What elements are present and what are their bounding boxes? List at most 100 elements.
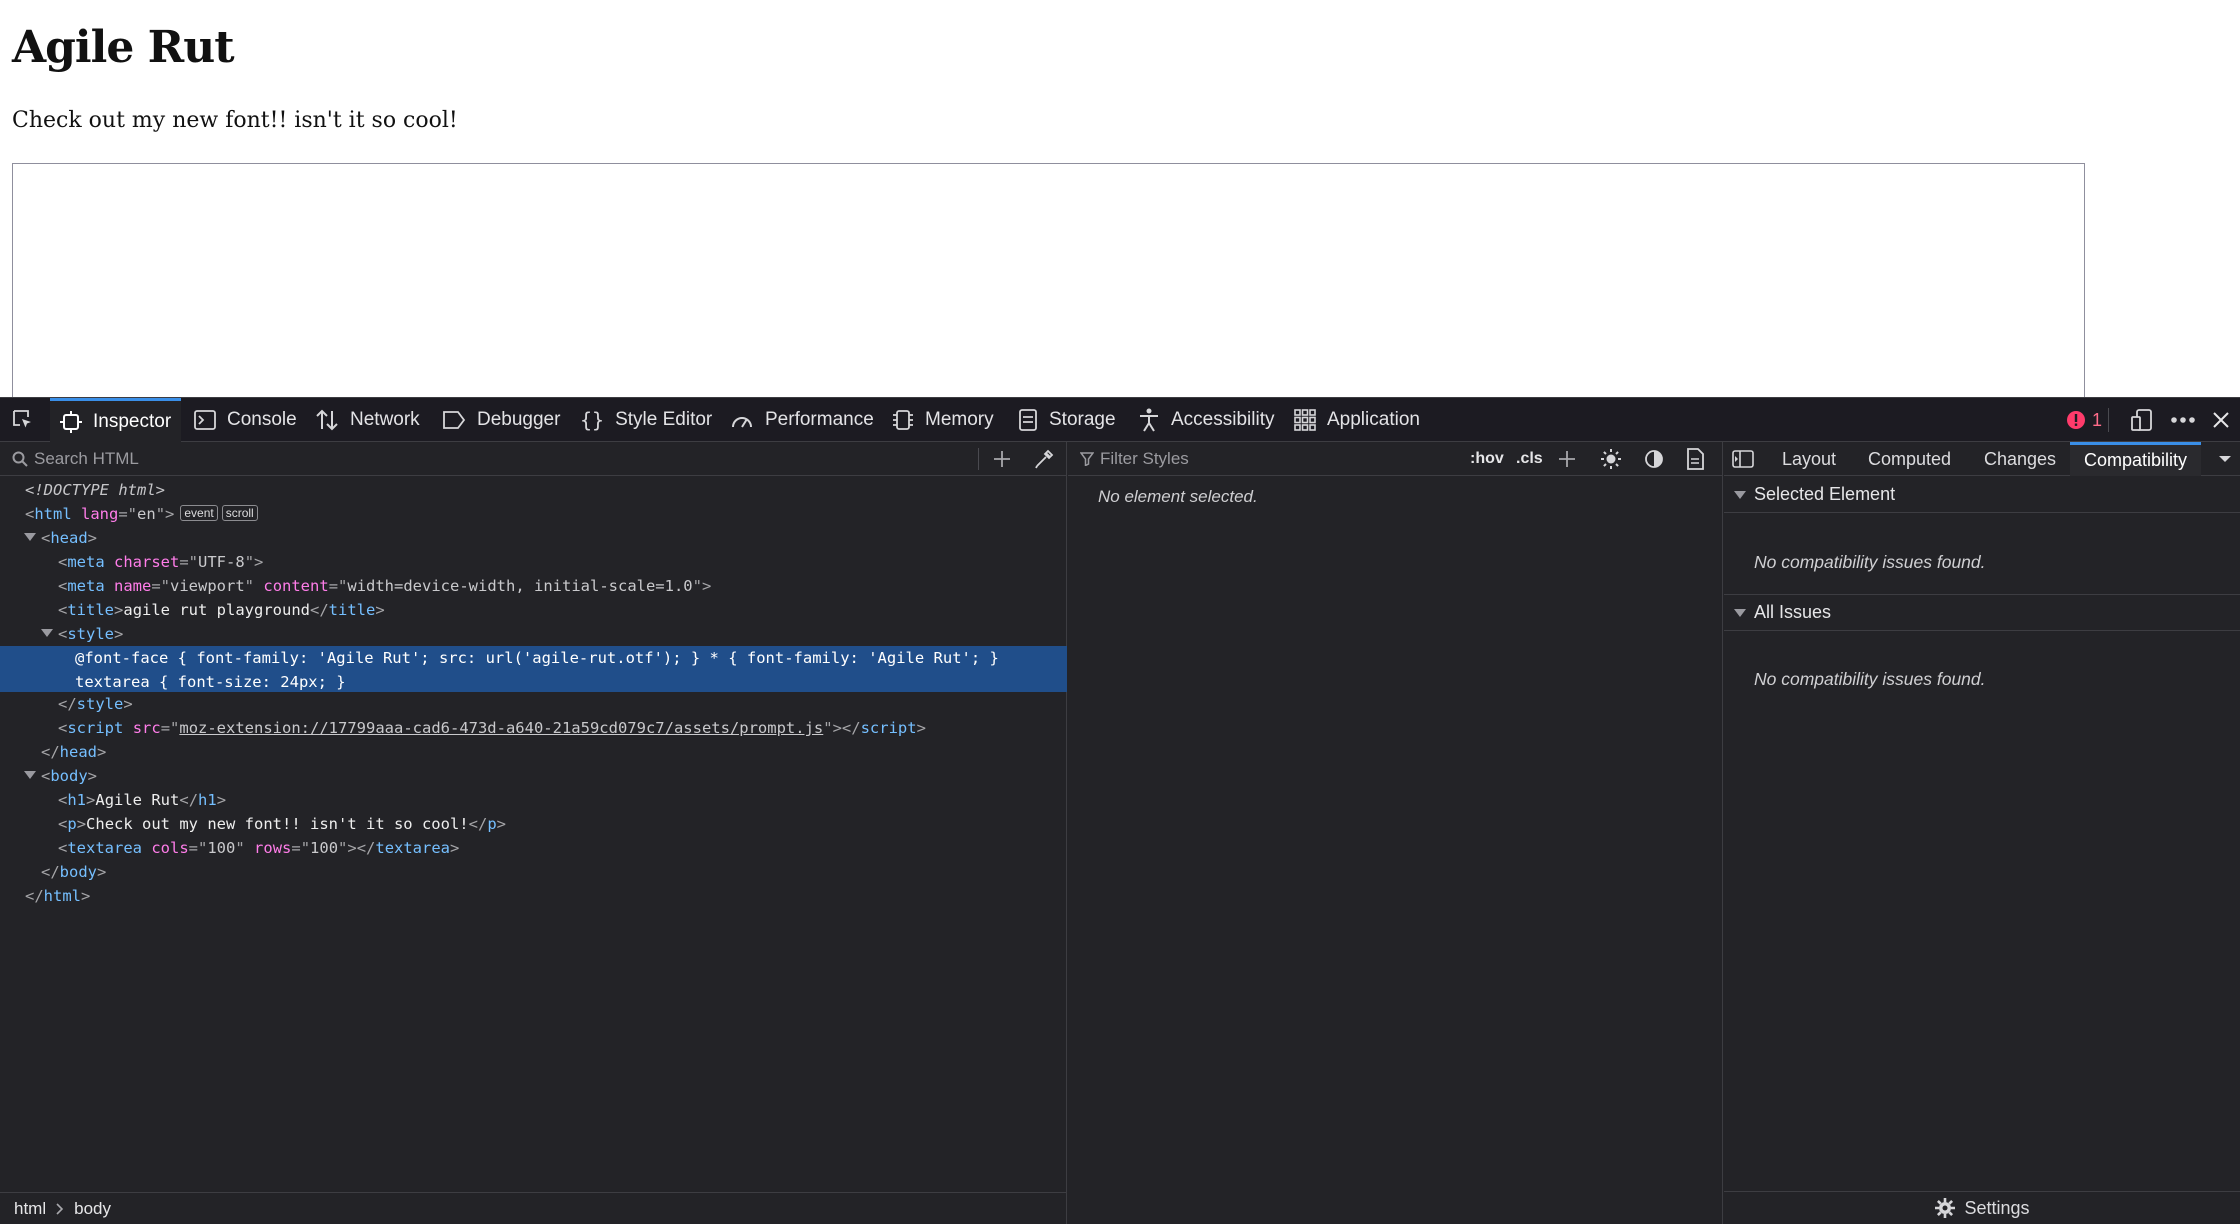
search-html-input[interactable] — [34, 448, 964, 469]
cls-button[interactable]: .cls — [1516, 442, 1543, 476]
eyedropper-button[interactable] — [1024, 442, 1064, 476]
h1-node[interactable]: <h1>Agile Rut</h1> — [0, 788, 1067, 812]
error-count-button[interactable]: 1 — [2066, 398, 2102, 442]
tab-label: Network — [350, 409, 420, 430]
section-all-issues[interactable]: All Issues — [1724, 595, 2240, 631]
tab-debugger[interactable]: Debugger — [432, 398, 570, 442]
meta-viewport-node[interactable]: <meta name="viewport" content="width=dev… — [0, 574, 1067, 598]
textarea-node[interactable]: <textarea cols="100" rows="100"></textar… — [0, 836, 1067, 860]
accessibility-icon — [1140, 408, 1158, 432]
memory-icon — [893, 410, 913, 430]
add-rule-button[interactable] — [1558, 442, 1576, 476]
element-picker-button[interactable] — [0, 398, 46, 442]
error-count: 1 — [2092, 409, 2103, 430]
meta-content-value: width=device-width, initial-scale=1.0 — [347, 577, 693, 595]
search-html-bar — [0, 442, 1067, 476]
dark-scheme-button[interactable] — [1644, 442, 1664, 476]
section-selected-element[interactable]: Selected Element — [1724, 477, 2240, 513]
html-node[interactable]: <html lang="en"> event scroll — [0, 502, 1067, 526]
tab-application[interactable]: Application — [1284, 398, 1430, 442]
p-node[interactable]: <p>Check out my new font!! isn't it so c… — [0, 812, 1067, 836]
tab-memory[interactable]: Memory — [882, 398, 1004, 442]
network-icon — [316, 409, 338, 431]
expand-twisty-icon[interactable] — [41, 629, 53, 637]
tab-accessibility[interactable]: Accessibility — [1128, 398, 1284, 442]
close-icon — [2213, 412, 2229, 428]
page-paragraph: Check out my new font!! isn't it so cool… — [12, 108, 458, 133]
head-node[interactable]: <head> — [0, 526, 1067, 550]
body-close-node: </body> — [41, 863, 107, 881]
tab-label: Storage — [1049, 409, 1116, 430]
sidebar-tabs: Layout Computed Changes Compatibility — [1724, 442, 2240, 476]
sidebar-pane: Layout Computed Changes Compatibility Se… — [1724, 442, 2240, 1224]
page-viewport: Agile Rut Check out my new font!! isn't … — [0, 0, 2240, 397]
gear-icon — [1935, 1198, 1956, 1218]
tab-storage[interactable]: Storage — [1008, 398, 1126, 442]
eyedropper-icon — [1035, 449, 1054, 469]
rules-pane: :hov .cls No element selected. — [1068, 442, 1723, 1224]
breadcrumb-html[interactable]: html — [14, 1199, 46, 1219]
expand-twisty-icon[interactable] — [24, 533, 36, 541]
style-text-line-2: textarea { font-size: 24px; } — [75, 673, 346, 691]
script-src-link[interactable]: moz-extension://17799aaa-cad6-473d-a640-… — [179, 719, 823, 737]
error-icon — [2067, 411, 2085, 429]
script-node[interactable]: <script src="moz-extension://17799aaa-ca… — [0, 716, 1067, 740]
application-icon — [1294, 409, 1316, 431]
devtools-panel: Inspector Console Network Debugger {} St… — [0, 397, 2240, 1224]
element-picker-icon — [13, 410, 31, 428]
tab-changes[interactable]: Changes — [1984, 442, 2056, 476]
sidebar-tabs-dropdown[interactable] — [2218, 442, 2232, 476]
title-node[interactable]: <title>agile rut playground</title> — [0, 598, 1067, 622]
close-devtools-button[interactable] — [2212, 398, 2230, 442]
tab-label: Application — [1327, 409, 1420, 430]
chevron-right-icon — [56, 1202, 64, 1215]
textarea-rows-value: 100 — [310, 839, 339, 857]
tab-style-editor[interactable]: {} Style Editor — [570, 398, 722, 442]
filter-styles-bar: :hov .cls — [1068, 442, 1723, 476]
doctype-text: <!DOCTYPE html> — [25, 481, 165, 499]
add-node-button[interactable] — [982, 442, 1022, 476]
print-media-button[interactable] — [1686, 442, 1704, 476]
contrast-icon — [1645, 450, 1663, 468]
settings-button[interactable]: Settings — [1724, 1191, 2240, 1224]
more-options-button[interactable] — [2170, 398, 2196, 442]
tab-console[interactable]: Console — [184, 398, 307, 442]
tab-inspector[interactable]: Inspector — [50, 398, 182, 442]
page-textarea[interactable] — [12, 163, 2085, 397]
debugger-icon — [443, 411, 466, 429]
body-node[interactable]: <body> — [0, 764, 1067, 788]
tab-label: Accessibility — [1171, 409, 1275, 430]
style-close-node: </style> — [58, 695, 133, 713]
toggle-sidebar-button[interactable] — [1732, 442, 1754, 476]
style-node[interactable]: <style> — [0, 622, 1067, 646]
meta-charset-node[interactable]: <meta charset="UTF-8"> — [0, 550, 1067, 574]
toolbar-separator — [2108, 408, 2109, 432]
tab-compatibility[interactable]: Compatibility — [2070, 442, 2202, 476]
html-lang-value: en — [137, 505, 156, 523]
tab-computed[interactable]: Computed — [1868, 442, 1951, 476]
tab-performance[interactable]: Performance — [720, 398, 884, 442]
tab-network[interactable]: Network — [305, 398, 430, 442]
section-title: Selected Element — [1754, 484, 1896, 504]
tab-layout[interactable]: Layout — [1782, 442, 1836, 476]
expand-twisty-icon[interactable] — [1734, 491, 1746, 499]
more-options-icon — [2171, 417, 2195, 423]
style-text-node-selected[interactable]: @font-face { font-family: 'Agile Rut'; s… — [0, 646, 1067, 692]
doctype-node[interactable]: <!DOCTYPE html> — [0, 478, 1067, 502]
breadcrumb-body[interactable]: body — [74, 1199, 111, 1219]
textarea-cols-value: 100 — [207, 839, 236, 857]
sidebar-toggle-icon — [1732, 450, 1754, 468]
console-icon — [194, 410, 216, 430]
style-text-line-1: @font-face { font-family: 'Agile Rut'; s… — [75, 649, 999, 667]
expand-twisty-icon[interactable] — [24, 771, 36, 779]
h1-text: Agile Rut — [95, 791, 180, 809]
scroll-badge[interactable]: scroll — [221, 505, 258, 521]
hov-button[interactable]: :hov — [1470, 442, 1504, 476]
meta-charset-value: UTF-8 — [198, 553, 245, 571]
light-scheme-button[interactable] — [1600, 442, 1622, 476]
responsive-design-button[interactable] — [2130, 398, 2154, 442]
expand-twisty-icon[interactable] — [1734, 609, 1746, 617]
document-icon — [1687, 448, 1704, 470]
filter-styles-input[interactable] — [1100, 448, 1440, 469]
event-badge[interactable]: event — [180, 505, 218, 521]
